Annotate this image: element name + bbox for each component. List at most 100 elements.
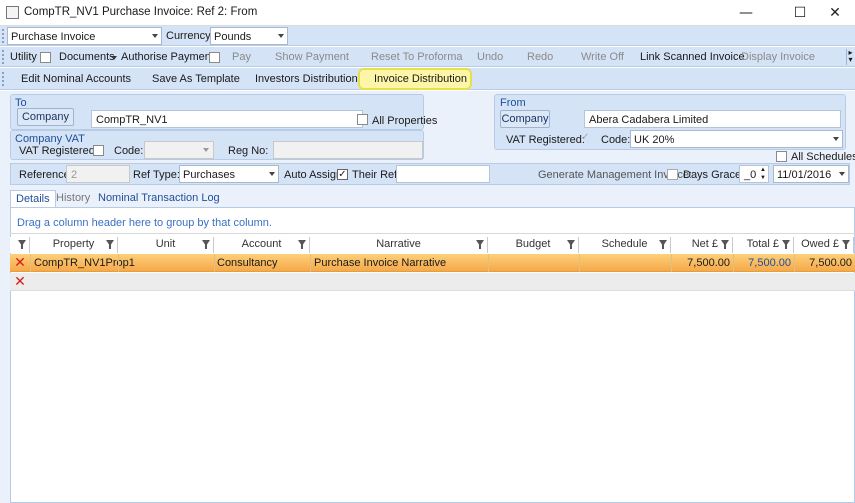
auto-assign-checkbox[interactable]: ✓ bbox=[337, 169, 348, 180]
delete-row-icon[interactable]: ✕ bbox=[10, 255, 30, 271]
header-indicator bbox=[10, 237, 30, 253]
tab-details[interactable]: Details bbox=[10, 190, 56, 207]
filter-icon[interactable] bbox=[202, 240, 210, 249]
authorise-checkbox[interactable] bbox=[209, 52, 220, 63]
documents-menu[interactable]: Documents bbox=[59, 51, 115, 63]
minimize-button[interactable]: — bbox=[723, 0, 769, 26]
ref-type-select[interactable]: Purchases bbox=[179, 165, 279, 183]
divider bbox=[671, 254, 672, 272]
header-property[interactable]: Property bbox=[30, 237, 118, 253]
reset-proforma-button[interactable]: Reset To Proforma bbox=[371, 51, 463, 63]
filter-icon[interactable] bbox=[18, 240, 26, 249]
tab-history[interactable]: History bbox=[51, 190, 95, 207]
link-scanned-invoice-button[interactable]: Link Scanned Invoice bbox=[640, 51, 745, 63]
invoice-type-select[interactable]: Purchase Invoice bbox=[7, 27, 162, 45]
vat-registered-checkbox[interactable] bbox=[93, 145, 104, 156]
undo-button[interactable]: Undo bbox=[477, 51, 503, 63]
header-schedule[interactable]: Schedule bbox=[579, 237, 671, 253]
to-company-button[interactable]: Company bbox=[17, 108, 74, 126]
header-narrative[interactable]: Narrative bbox=[310, 237, 488, 253]
delete-row-icon[interactable]: ✕ bbox=[10, 274, 30, 290]
filter-icon[interactable] bbox=[782, 240, 790, 249]
auto-assign-label: Auto Assign: bbox=[284, 169, 346, 181]
cell-property[interactable]: CompTR_NV1Prop1 bbox=[34, 257, 135, 269]
toolbar-overflow-icon[interactable]: ▸ ▾ bbox=[846, 49, 854, 65]
from-code-select[interactable]: UK 20% bbox=[630, 130, 843, 148]
vat-code-select[interactable] bbox=[144, 141, 214, 159]
close-button[interactable]: ✕ bbox=[812, 0, 855, 26]
gen-mgmt-invoice-checkbox[interactable] bbox=[667, 169, 678, 180]
filter-icon[interactable] bbox=[842, 240, 850, 249]
divider bbox=[579, 254, 580, 272]
all-schedules-checkbox[interactable] bbox=[776, 151, 787, 162]
from-vat-registered-check[interactable]: ✓ bbox=[581, 133, 592, 144]
filter-icon[interactable] bbox=[659, 240, 667, 249]
reference-value: 2 bbox=[71, 169, 78, 181]
cell-total[interactable]: 7,500.00 bbox=[748, 257, 791, 269]
tab-nominal-transaction-log[interactable]: Nominal Transaction Log bbox=[93, 190, 225, 207]
new-row[interactable]: ✕ bbox=[10, 273, 855, 291]
company-vat-group: Company VAT VAT Registered: Code: Reg No… bbox=[10, 130, 424, 160]
cell-net[interactable]: 7,500.00 bbox=[687, 257, 730, 269]
header-total[interactable]: Total £ bbox=[733, 237, 794, 253]
redo-button[interactable]: Redo bbox=[527, 51, 553, 63]
days-grace-field[interactable]: _0 ▲ ▼ bbox=[739, 165, 769, 183]
divider bbox=[118, 254, 119, 272]
toolbar-grip[interactable] bbox=[2, 72, 4, 86]
toolbar-grip[interactable] bbox=[2, 50, 4, 64]
divider bbox=[488, 254, 489, 272]
reference-field[interactable]: 2 bbox=[66, 165, 130, 183]
their-ref-field[interactable] bbox=[396, 165, 490, 183]
filter-icon[interactable] bbox=[476, 240, 484, 249]
spinner-icon[interactable]: ▲ ▼ bbox=[760, 166, 766, 182]
from-code-label: Code: bbox=[601, 134, 631, 146]
from-company-button[interactable]: Company bbox=[500, 110, 550, 128]
reg-no-field[interactable] bbox=[273, 141, 423, 159]
utility-checkbox[interactable] bbox=[40, 52, 51, 63]
company-vat-heading: Company VAT bbox=[15, 133, 85, 145]
save-as-template-button[interactable]: Save As Template bbox=[152, 73, 240, 85]
header-account[interactable]: Account bbox=[214, 237, 310, 253]
all-properties-checkbox[interactable] bbox=[357, 114, 368, 125]
header-net[interactable]: Net £ bbox=[671, 237, 733, 253]
from-heading: From bbox=[500, 97, 526, 109]
header-owed[interactable]: Owed £ bbox=[794, 237, 854, 253]
header-narrative-label: Narrative bbox=[376, 238, 421, 250]
table-row[interactable]: ✕ CompTR_NV1Prop1 Consultancy Purchase I… bbox=[10, 254, 855, 272]
invoice-distribution-button[interactable]: Invoice Distribution bbox=[374, 73, 467, 85]
header-budget-label: Budget bbox=[515, 238, 551, 250]
investors-distribution-button[interactable]: Investors Distribution bbox=[255, 73, 358, 85]
pay-button[interactable]: Pay bbox=[232, 51, 251, 63]
from-company-field[interactable]: Abera Cadabera Limited bbox=[584, 110, 841, 128]
divider bbox=[214, 254, 215, 272]
date-picker[interactable]: 11/01/2016 bbox=[773, 165, 849, 183]
cell-account[interactable]: Consultancy bbox=[217, 257, 278, 269]
write-off-button[interactable]: Write Off bbox=[581, 51, 624, 63]
authorise-payment-button[interactable]: Authorise Payment bbox=[121, 51, 214, 63]
from-code-value: UK 20% bbox=[634, 134, 675, 146]
chevron-down-icon bbox=[152, 34, 158, 38]
divider bbox=[733, 254, 734, 272]
currency-select[interactable]: Pounds bbox=[210, 27, 288, 45]
edit-nominal-accounts-button[interactable]: Edit Nominal Accounts bbox=[21, 73, 131, 85]
all-properties-label: All Properties bbox=[372, 115, 438, 127]
filter-icon[interactable] bbox=[298, 240, 306, 249]
header-budget[interactable]: Budget bbox=[488, 237, 579, 253]
from-group: From Company Abera Cadabera Limited VAT … bbox=[494, 94, 846, 150]
toolbar-grip[interactable] bbox=[2, 29, 4, 43]
filter-icon[interactable] bbox=[721, 240, 729, 249]
filter-icon[interactable] bbox=[106, 240, 114, 249]
show-payment-button[interactable]: Show Payment bbox=[275, 51, 349, 63]
header-net-label: Net £ bbox=[691, 238, 718, 250]
cell-owed[interactable]: 7,500.00 bbox=[809, 257, 852, 269]
display-invoice-button[interactable]: Display Invoice bbox=[741, 51, 815, 63]
ref-type-label: Ref Type: bbox=[133, 169, 180, 181]
date-value: 11/01/2016 bbox=[777, 169, 832, 181]
reference-row: Reference: 2 Ref Type: Purchases Auto As… bbox=[10, 163, 850, 185]
toolbar-row-1: Purchase Invoice Currency Pounds bbox=[0, 26, 855, 46]
to-company-field[interactable]: CompTR_NV1 bbox=[91, 110, 363, 128]
header-unit[interactable]: Unit bbox=[118, 237, 214, 253]
utility-button[interactable]: Utility bbox=[10, 51, 37, 63]
filter-icon[interactable] bbox=[567, 240, 575, 249]
cell-narrative[interactable]: Purchase Invoice Narrative bbox=[314, 257, 446, 269]
